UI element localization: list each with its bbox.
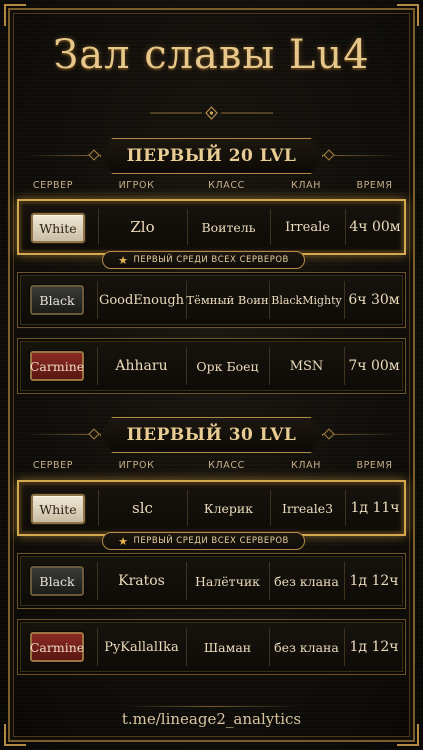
clan-name: без клана <box>274 639 339 655</box>
server-badge-white: White <box>31 494 85 524</box>
leaderboard-row[interactable]: Carmine Ahharu Орк Боец MSN 7ч 00м <box>17 338 406 394</box>
first-overall-badge: ★ ПЕРВЫЙ СРЕДИ ВСЕХ СЕРВЕРОВ <box>102 251 305 269</box>
section-header-30: ПЕРВЫЙ 30 LVL <box>0 417 423 453</box>
column-header-class: КЛАСС <box>208 180 245 191</box>
diamond-icon <box>88 149 100 161</box>
column-header-clan: КЛАН <box>291 460 321 471</box>
first-overall-badge: ★ ПЕРВЫЙ СРЕДИ ВСЕХ СЕРВЕРОВ <box>102 532 305 550</box>
clan-name: MSN <box>289 358 324 374</box>
player-name: Ahharu <box>115 358 168 374</box>
star-icon: ★ <box>118 534 129 548</box>
section-title: ПЕРВЫЙ 30 LVL <box>102 419 321 451</box>
star-icon: ★ <box>118 253 129 267</box>
player-name: PyKallalIka <box>104 639 179 655</box>
corner-ornament <box>397 4 419 26</box>
column-header-time: ВРЕМЯ <box>356 460 393 471</box>
server-badge-black: Black <box>30 566 84 596</box>
server-badge-carmine: Carmine <box>30 351 84 381</box>
column-header-time: ВРЕМЯ <box>356 180 393 191</box>
column-header-clan: КЛАН <box>291 180 321 191</box>
column-header-player: ИГРОК <box>118 180 155 191</box>
column-headers: СЕРВЕР ИГРОК КЛАСС КЛАН ВРЕМЯ <box>17 180 406 194</box>
footer-link[interactable]: t.me/lineage2_analytics <box>0 710 423 728</box>
leaderboard-row[interactable]: White slc Клерик Irreale3 1д 11ч <box>17 480 406 536</box>
column-header-player: ИГРОК <box>118 460 155 471</box>
time-value: 1д 12ч <box>349 573 399 589</box>
column-header-server: СЕРВЕР <box>32 460 74 471</box>
clan-name: Irreale3 <box>281 500 334 516</box>
column-header-server: СЕРВЕР <box>32 180 74 191</box>
diamond-icon <box>323 428 335 440</box>
leaderboard-row[interactable]: Black GoodEnough Тёмный Воин BlackMighty… <box>17 272 406 328</box>
clan-name: Irreale <box>285 219 330 235</box>
clan-name: BlackMighty <box>271 293 342 307</box>
page-title: Зал славы Lu4 <box>53 32 370 78</box>
player-name: GoodEnough <box>98 292 185 308</box>
title-ornament-icon <box>150 106 273 120</box>
server-badge-white: White <box>31 213 85 243</box>
diamond-icon <box>88 428 100 440</box>
hall-of-fame-panel: Зал славы Lu4 ПЕРВЫЙ 20 LVL СЕРВЕР ИГРОК… <box>0 0 423 750</box>
time-value: 6ч 30м <box>348 292 400 308</box>
time-value: 4ч 00м <box>349 219 401 235</box>
class-name: Шаман <box>203 639 252 655</box>
first-overall-label: ПЕРВЫЙ СРЕДИ ВСЕХ СЕРВЕРОВ <box>133 536 289 546</box>
section-title: ПЕРВЫЙ 20 LVL <box>102 140 321 172</box>
clan-name: без клана <box>274 573 339 589</box>
diamond-icon <box>323 149 335 161</box>
time-value: 1д 12ч <box>349 639 399 655</box>
section-header-20: ПЕРВЫЙ 20 LVL <box>0 138 423 174</box>
leaderboard-row[interactable]: Black Kratos Налётчик без клана 1д 12ч <box>17 553 406 609</box>
server-badge-black: Black <box>30 285 84 315</box>
server-badge-carmine: Carmine <box>30 632 84 662</box>
footer-divider <box>120 706 303 707</box>
corner-ornament <box>4 4 26 26</box>
player-name: Zlo <box>130 218 155 236</box>
time-value: 7ч 00м <box>348 358 400 374</box>
first-overall-label: ПЕРВЫЙ СРЕДИ ВСЕХ СЕРВЕРОВ <box>133 255 289 265</box>
class-name: Орк Боец <box>196 358 259 374</box>
column-headers: СЕРВЕР ИГРОК КЛАСС КЛАН ВРЕМЯ <box>17 460 406 474</box>
leaderboard-row[interactable]: White Zlo Воитель Irreale 4ч 00м <box>17 199 406 255</box>
time-value: 1д 11ч <box>350 500 400 516</box>
column-header-class: КЛАСС <box>208 460 245 471</box>
player-name: slc <box>132 499 153 517</box>
player-name: Kratos <box>118 573 165 589</box>
class-name: Тёмный Воин <box>186 293 269 307</box>
class-name: Клерик <box>203 500 254 516</box>
class-name: Воитель <box>201 219 256 235</box>
leaderboard-row[interactable]: Carmine PyKallalIka Шаман без клана 1д 1… <box>17 619 406 675</box>
class-name: Налётчик <box>194 573 260 589</box>
